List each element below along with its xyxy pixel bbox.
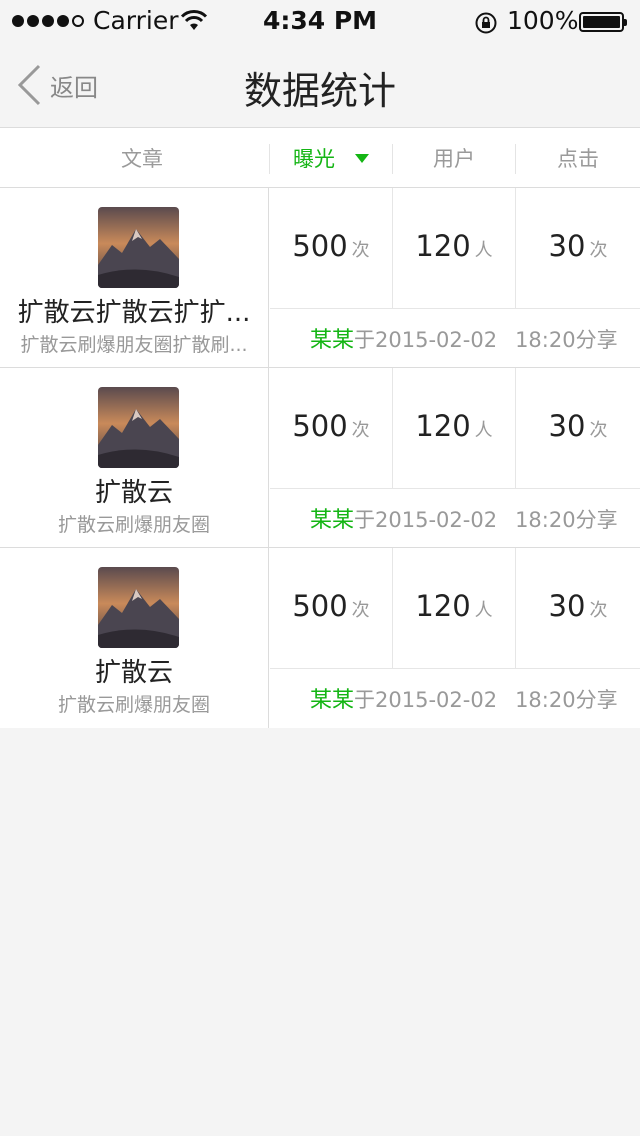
screen: Carrier 4:34 PM 100% 返回 数据统计 文章 曝光 用户 点击… [0, 0, 640, 1136]
rotation-lock-icon [475, 12, 497, 34]
sharer-name[interactable]: 某某 [310, 508, 354, 533]
article-cell: 扩散云 扩散云刷爆朋友圈 [0, 548, 269, 728]
header-exposure-sort[interactable]: 曝光 [270, 128, 392, 188]
header-users[interactable]: 用户 [393, 128, 515, 188]
click-count: 30 次 [548, 409, 608, 443]
exposure-count: 500 次 [292, 409, 370, 443]
article-thumbnail [98, 387, 179, 468]
exposure-count: 500 次 [292, 229, 370, 263]
header-exposure-label: 曝光 [293, 147, 335, 171]
click-count: 30 次 [548, 589, 608, 623]
article-subtitle: 扩散云刷爆朋友圈 [57, 514, 210, 536]
sharer-name[interactable]: 某某 [310, 328, 354, 353]
battery-icon [579, 12, 627, 32]
article-title: 扩散云扩散云扩扩... [17, 298, 251, 328]
sharer-name[interactable]: 某某 [310, 688, 354, 713]
article-thumbnail [98, 567, 179, 648]
article-title: 扩散云 [94, 658, 173, 688]
user-count: 120 人 [415, 589, 493, 623]
article-cell: 扩散云 扩散云刷爆朋友圈 [0, 368, 269, 548]
user-count: 120 人 [415, 229, 493, 263]
article-subtitle: 扩散云刷爆朋友圈扩散刷... [20, 334, 248, 356]
user-count: 120 人 [415, 409, 493, 443]
exposure-count: 500 次 [292, 589, 370, 623]
article-title: 扩散云 [94, 478, 173, 508]
share-info: 某某于2015-02-02 18:20分享 [310, 688, 618, 713]
table-row[interactable]: 扩散云扩散云扩扩... 扩散云刷爆朋友圈扩散刷... 500 次 120 人 30 次… [0, 188, 640, 368]
header-article[interactable]: 文章 [0, 128, 284, 188]
navigation-bar: 返回 数据统计 [0, 40, 640, 128]
article-subtitle: 扩散云刷爆朋友圈 [57, 694, 210, 716]
table-row[interactable]: 扩散云 扩散云刷爆朋友圈 500 次 120 人 30 次 某某于2015-02-02… [0, 548, 640, 728]
header-clicks[interactable]: 点击 [516, 128, 640, 188]
sort-down-icon [355, 153, 369, 163]
click-count: 30 次 [548, 229, 608, 263]
share-info: 某某于2015-02-02 18:20分享 [310, 508, 618, 533]
page-title: 数据统计 [243, 69, 396, 113]
table-row[interactable]: 扩散云 扩散云刷爆朋友圈 500 次 120 人 30 次 某某于2015-02-02… [0, 368, 640, 548]
article-list: 扩散云扩散云扩扩... 扩散云刷爆朋友圈扩散刷... 500 次 120 人 30 次… [0, 188, 640, 728]
status-bar: Carrier 4:34 PM 100% [0, 0, 640, 40]
article-cell: 扩散云扩散云扩扩... 扩散云刷爆朋友圈扩散刷... [0, 188, 269, 368]
battery-percent: 100% [507, 6, 579, 35]
share-info: 某某于2015-02-02 18:20分享 [310, 328, 618, 353]
table-header: 文章 曝光 用户 点击 [0, 128, 640, 188]
article-thumbnail [98, 207, 179, 288]
